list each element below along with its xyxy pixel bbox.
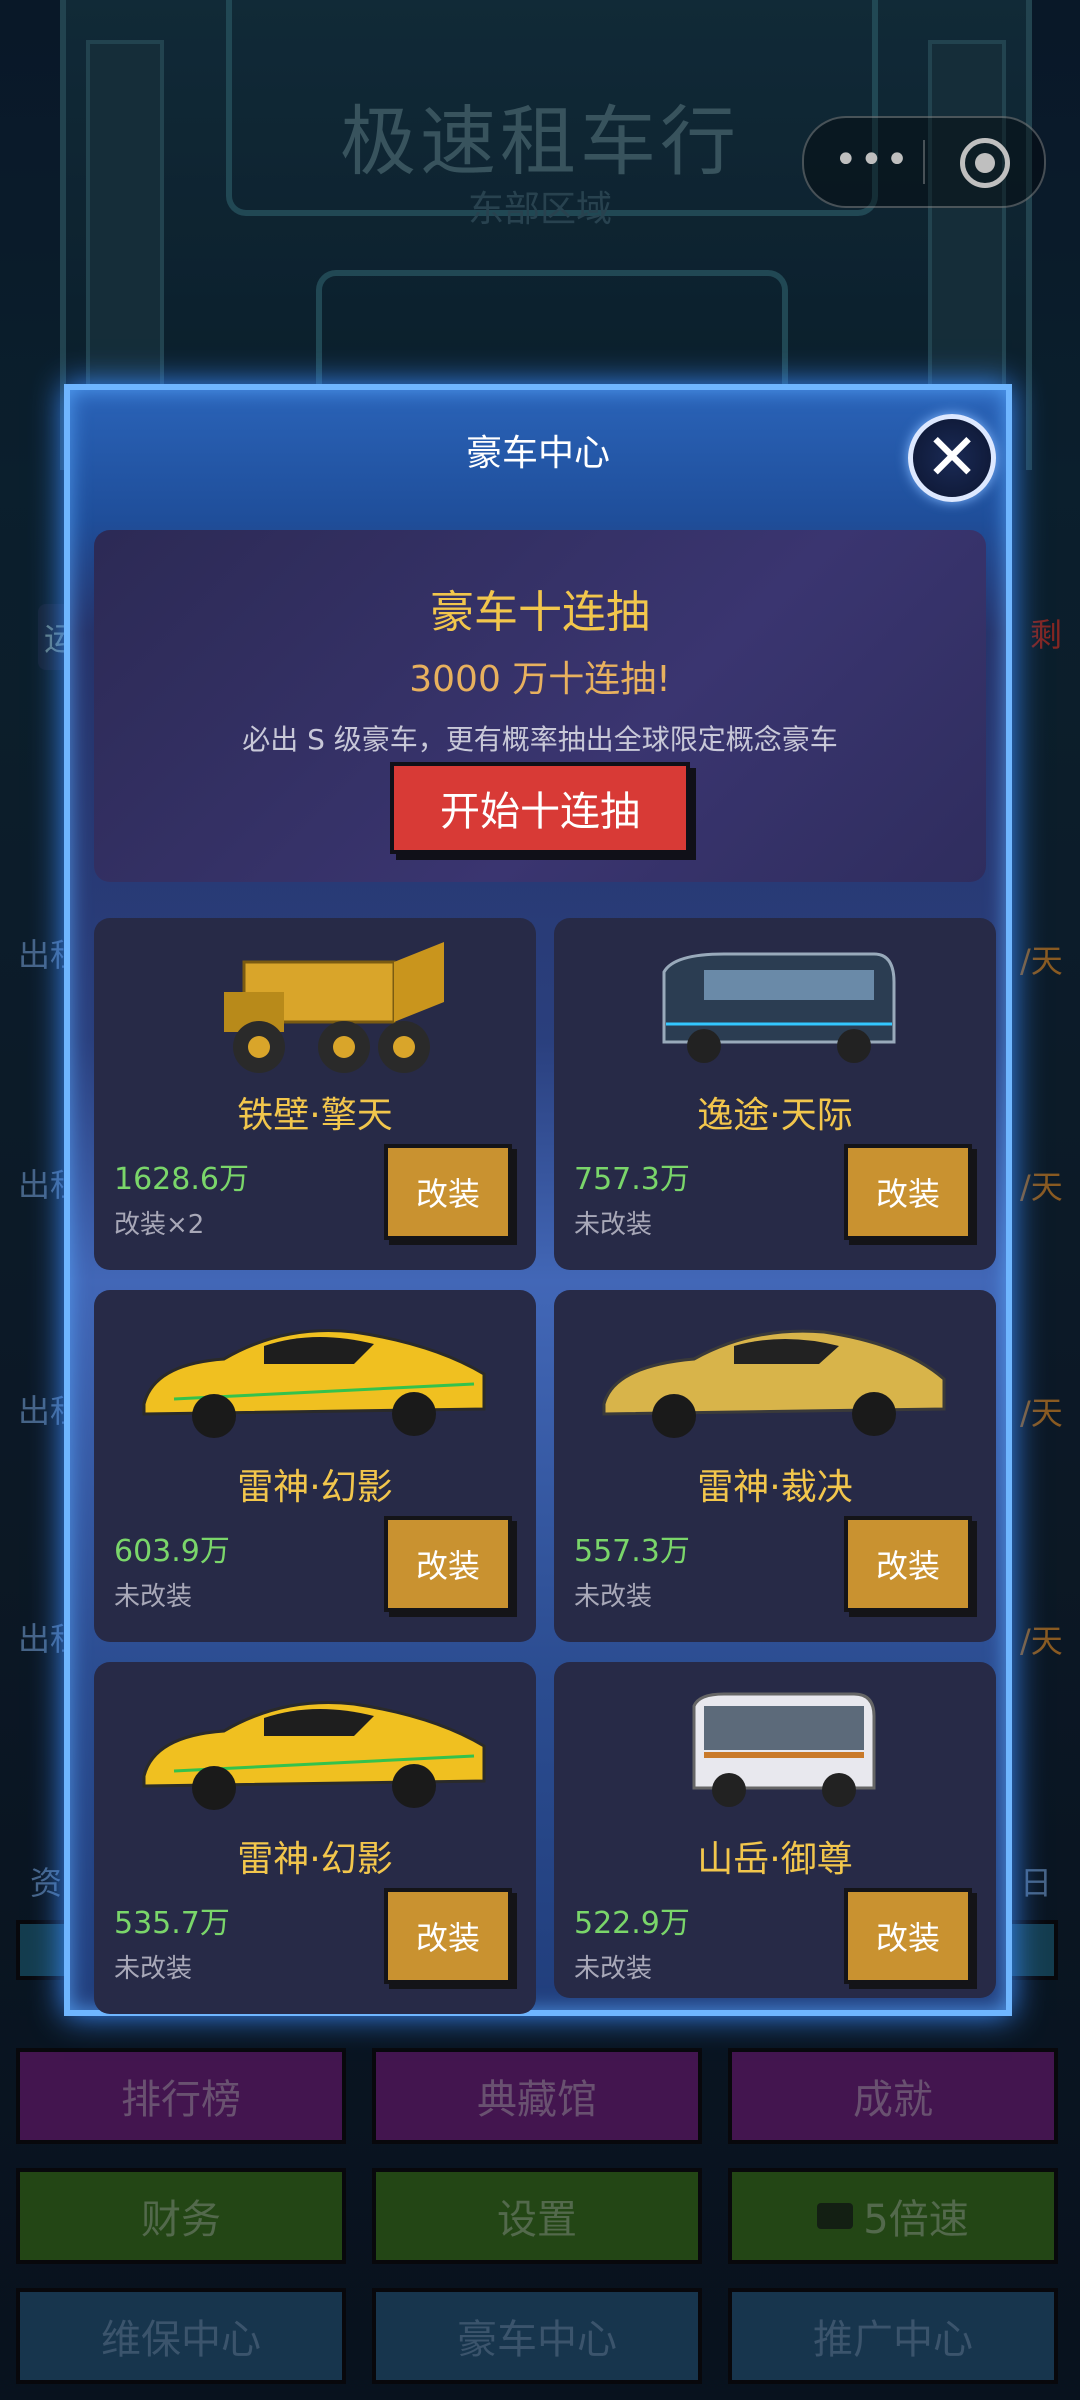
modify-button[interactable]: 改装 — [384, 1888, 512, 1984]
yellow-supercar-image — [142, 1701, 486, 1810]
car-mod-status: 未改装 — [114, 1582, 193, 1612]
modify-button[interactable]: 改装 — [384, 1516, 512, 1612]
car-mod-status: 未改装 — [574, 1954, 653, 1984]
car-name: 山岳·御尊 — [697, 1839, 853, 1880]
gacha-banner: 豪车十连抽 3000 万十连抽! 必出 S 级豪车，更有概率抽出全球限定概念豪车… — [94, 530, 986, 882]
car-name: 雷神·裁决 — [697, 1467, 853, 1508]
banner-description: 必出 S 级豪车，更有概率抽出全球限定概念豪车 — [242, 723, 838, 756]
car-price: 535.7万 — [114, 1906, 230, 1941]
car-card: 雷神·幻影 603.9万 未改装 改装 — [94, 1290, 536, 1642]
start-draw-button[interactable]: 开始十连抽 — [390, 762, 690, 854]
car-mod-status: 未改装 — [114, 1954, 193, 1984]
car-card: 雷神·裁决 557.3万 未改装 改装 — [554, 1290, 996, 1642]
car-price: 603.9万 — [114, 1534, 230, 1569]
luxury-car-modal: 豪车中心 ✕ 豪车十连抽 3000 万十连抽! 必出 S 级豪车，更有概率抽出全… — [64, 384, 1012, 2016]
dump-truck-image — [224, 942, 444, 1073]
coach-bus-image — [692, 1692, 876, 1807]
car-price: 757.3万 — [574, 1162, 690, 1197]
modal-title: 豪车中心 — [465, 433, 610, 474]
car-price: 522.9万 — [574, 1906, 690, 1941]
modal-header: 豪车中心 ✕ — [70, 390, 1006, 510]
car-card: 逸途·天际 757.3万 未改装 改装 — [554, 918, 996, 1270]
modify-button[interactable]: 改装 — [844, 1144, 972, 1240]
car-price: 1628.6万 — [114, 1162, 249, 1197]
gold-supercar-image — [602, 1329, 946, 1438]
car-mod-status: 未改装 — [574, 1582, 653, 1612]
car-card: 铁壁·擎天 1628.6万 改装×2 改装 — [94, 918, 536, 1270]
yellow-supercar-image — [142, 1329, 486, 1438]
tour-bus-image — [662, 952, 896, 1063]
car-name: 铁壁·擎天 — [237, 1095, 393, 1136]
banner-subtitle: 3000 万十连抽! — [409, 659, 671, 700]
car-mod-status: 改装×2 — [114, 1210, 205, 1240]
banner-title: 豪车十连抽 — [430, 587, 650, 638]
modify-button[interactable]: 改装 — [844, 1888, 972, 1984]
car-name: 雷神·幻影 — [237, 1839, 393, 1880]
car-card: 山岳·御尊 522.9万 未改装 改装 — [554, 1662, 996, 1998]
close-icon: ✕ — [925, 421, 979, 495]
car-price: 557.3万 — [574, 1534, 690, 1569]
modify-button[interactable]: 改装 — [844, 1516, 972, 1612]
car-mod-status: 未改装 — [574, 1210, 653, 1240]
car-name: 逸途·天际 — [697, 1095, 853, 1136]
modify-button[interactable]: 改装 — [384, 1144, 512, 1240]
close-button[interactable]: ✕ — [908, 414, 996, 502]
car-card: 雷神·幻影 535.7万 未改装 改装 — [94, 1662, 536, 2014]
car-name: 雷神·幻影 — [237, 1467, 393, 1508]
